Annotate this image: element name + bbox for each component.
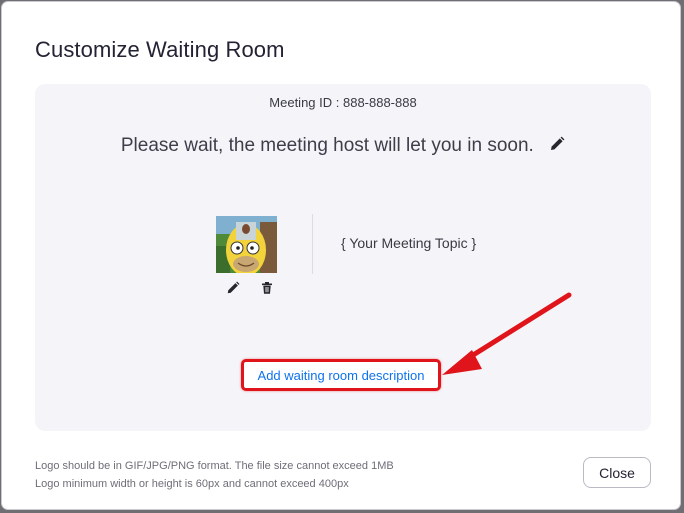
dialog-title: Customize Waiting Room xyxy=(35,37,285,62)
meeting-id-label: Meeting ID : 888-888-888 xyxy=(269,95,417,110)
vertical-divider xyxy=(312,214,313,274)
meeting-topic-placeholder: { Your Meeting Topic } xyxy=(341,235,477,251)
wait-message-row: Please wait, the meeting host will let y… xyxy=(35,135,651,157)
close-button[interactable]: Close xyxy=(583,457,651,488)
logo-tools xyxy=(224,281,274,297)
delete-logo-trash-icon[interactable] xyxy=(260,281,274,295)
logo-size-note: Logo minimum width or height is 60px and… xyxy=(35,478,349,490)
wait-message: Please wait, the meeting host will let y… xyxy=(120,135,534,156)
edit-logo-pencil-icon[interactable] xyxy=(226,281,240,295)
waiting-room-preview: Meeting ID : 888-888-888 Please wait, th… xyxy=(35,84,651,431)
logo-format-note: Logo should be in GIF/JPG/PNG format. Th… xyxy=(35,460,394,472)
add-waiting-room-description-link[interactable]: Add waiting room description xyxy=(244,368,438,383)
logo-image[interactable] xyxy=(216,216,277,276)
customize-waiting-room-dialog: Customize Waiting Room Meeting ID : 888-… xyxy=(1,1,681,510)
add-description-highlight-box: Add waiting room description xyxy=(241,359,441,391)
edit-message-pencil-icon[interactable] xyxy=(549,136,565,152)
